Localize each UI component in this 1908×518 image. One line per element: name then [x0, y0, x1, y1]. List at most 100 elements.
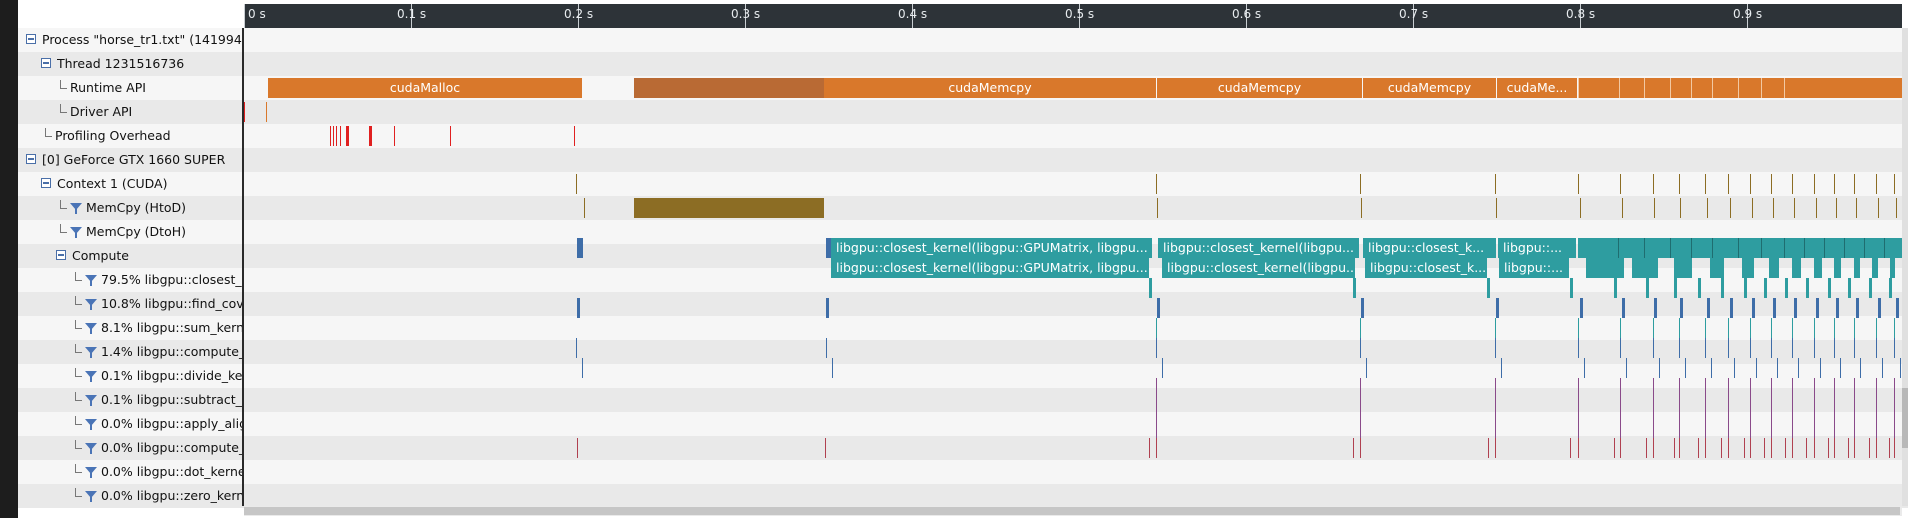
apply-align-kernel-mark[interactable]	[1705, 378, 1706, 398]
dot-kernel-mark[interactable]	[1360, 418, 1361, 438]
sum-kernel-mark[interactable]	[1773, 298, 1776, 318]
apply-align-kernel-mark[interactable]	[1679, 378, 1680, 398]
compute-kernel-mark[interactable]	[1876, 398, 1877, 418]
subtract-kernel-mark[interactable]	[1626, 358, 1627, 378]
memcpy-htod-mark[interactable]	[1578, 174, 1579, 194]
compute-kernel-mark[interactable]	[1750, 318, 1751, 338]
zero-kernel-mark[interactable]	[1646, 438, 1647, 458]
divide-kernel-mark[interactable]	[1156, 338, 1157, 358]
divide-kernel-mark[interactable]	[1728, 338, 1729, 358]
compute-kernel-mark[interactable]	[1679, 318, 1680, 338]
zero-kernel-mark[interactable]	[1828, 438, 1829, 458]
divide-kernel-mark[interactable]	[1771, 338, 1772, 358]
sum-kernel-mark[interactable]	[1878, 298, 1881, 318]
memcpy-htod-mark[interactable]	[1705, 174, 1706, 194]
sum-kernel-mark[interactable]	[1680, 298, 1683, 318]
zero-kernel-mark[interactable]	[1806, 438, 1807, 458]
tree-row[interactable]: [0] GeForce GTX 1660 SUPER	[18, 148, 242, 172]
find-cov-kernel-mark[interactable]	[1570, 278, 1573, 298]
subtract-kernel-mark[interactable]	[832, 358, 833, 378]
memcpy-dtoh-mark[interactable]	[1707, 198, 1708, 218]
memcpy-dtoh-mark[interactable]	[1654, 198, 1655, 218]
profiling-overhead-mark[interactable]	[336, 126, 337, 146]
compute-separator[interactable]	[1844, 238, 1845, 258]
memcpy-htod-mark[interactable]	[1620, 174, 1621, 194]
dot-kernel-mark[interactable]	[1156, 418, 1157, 438]
runtime-api-separator[interactable]	[1691, 78, 1692, 98]
dot-kernel-mark[interactable]	[1792, 418, 1793, 438]
compute-kernel-mark[interactable]	[1705, 398, 1706, 418]
profiling-overhead-mark[interactable]	[369, 126, 372, 146]
apply-align-kernel-mark[interactable]	[1653, 378, 1654, 398]
sum-kernel-mark[interactable]	[577, 298, 580, 318]
memcpy-dtoh-mark[interactable]	[1896, 198, 1897, 218]
subtract-kernel-mark[interactable]	[1840, 358, 1841, 378]
filter-icon[interactable]	[85, 491, 97, 502]
memcpy-dtoh-mark[interactable]	[584, 198, 585, 218]
filter-icon[interactable]	[85, 323, 97, 334]
compute-kernel-mark[interactable]	[1620, 318, 1621, 338]
memcpy-dtoh-mark[interactable]	[1836, 198, 1837, 218]
zero-kernel-mark[interactable]	[1744, 438, 1745, 458]
zero-kernel-mark[interactable]	[1848, 438, 1849, 458]
driver-api-mark[interactable]	[244, 102, 245, 122]
cudamemcpy-bar[interactable]: cudaMemcpy	[1157, 78, 1362, 98]
tree-row[interactable]: MemCpy (HtoD)	[18, 196, 242, 220]
zero-kernel-mark[interactable]	[1353, 438, 1354, 458]
apply-align-kernel-mark[interactable]	[1728, 378, 1729, 398]
divide-kernel-mark[interactable]	[1792, 338, 1793, 358]
subtract-kernel-mark[interactable]	[1882, 358, 1883, 378]
memcpy-dtoh-mark[interactable]	[1622, 198, 1623, 218]
apply-align-kernel-mark[interactable]	[1792, 378, 1793, 398]
compute-separator[interactable]	[1738, 238, 1739, 258]
zero-kernel-mark[interactable]	[1620, 438, 1621, 458]
memcpy-dtoh-mark[interactable]	[1878, 198, 1879, 218]
divide-kernel-mark[interactable]	[1360, 338, 1361, 358]
compute-kernel-mark[interactable]	[1679, 398, 1680, 418]
compute-kernel-mark[interactable]	[1728, 398, 1729, 418]
sum-kernel-mark[interactable]	[1836, 298, 1839, 318]
dot-kernel-mark[interactable]	[1834, 418, 1835, 438]
subtract-kernel-mark[interactable]	[1798, 358, 1799, 378]
zero-kernel-mark[interactable]	[577, 438, 578, 458]
compute-separator[interactable]	[1824, 238, 1825, 258]
tree-row[interactable]: 0.1% libgpu::subtract_r...	[18, 388, 242, 412]
compute-kernel-mark[interactable]	[1156, 318, 1157, 338]
compute-kernel-mark[interactable]	[1834, 318, 1835, 338]
zero-kernel-mark[interactable]	[1149, 438, 1150, 458]
divide-kernel-mark[interactable]	[1578, 338, 1579, 358]
zero-kernel-mark[interactable]	[1854, 438, 1855, 458]
compute-separator[interactable]	[1784, 238, 1785, 258]
compute-kernel-mark[interactable]	[1578, 398, 1579, 418]
compute-separator[interactable]	[1644, 238, 1645, 258]
compute-kernel-bar[interactable]: libgpu::...	[1498, 238, 1576, 258]
memcpy-htod-mark[interactable]	[1679, 174, 1680, 194]
tree-row[interactable]: 1.4% libgpu::compute_...	[18, 340, 242, 364]
closest-kernel-bar[interactable]: libgpu::closest_kernel(libgpu...	[1162, 258, 1355, 278]
zero-kernel-mark[interactable]	[1698, 438, 1699, 458]
tree-row[interactable]: MemCpy (DtoH)	[18, 220, 242, 244]
compute-separator[interactable]	[1670, 238, 1671, 258]
profiling-overhead-mark[interactable]	[450, 126, 451, 146]
sum-kernel-mark[interactable]	[1157, 298, 1160, 318]
subtract-kernel-mark[interactable]	[1685, 358, 1686, 378]
zero-kernel-mark[interactable]	[1889, 438, 1890, 458]
sum-kernel-mark[interactable]	[1816, 298, 1819, 318]
memcpy-dtoh-mark[interactable]	[1361, 198, 1362, 218]
filter-icon[interactable]	[85, 275, 97, 286]
subtract-kernel-mark[interactable]	[1366, 358, 1367, 378]
memcpy-dtoh-mark[interactable]	[1580, 198, 1581, 218]
dot-kernel-mark[interactable]	[1495, 418, 1496, 438]
memcpy-htod-mark[interactable]	[1653, 174, 1654, 194]
subtract-kernel-mark[interactable]	[1860, 358, 1861, 378]
zero-kernel-mark[interactable]	[1814, 438, 1815, 458]
vertical-scrollbar[interactable]	[1902, 28, 1908, 506]
zero-kernel-mark[interactable]	[1834, 438, 1835, 458]
memcpy-dtoh-mark[interactable]	[1496, 198, 1497, 218]
subtract-kernel-mark[interactable]	[1501, 358, 1502, 378]
apply-align-kernel-mark[interactable]	[1620, 378, 1621, 398]
memcpy-dtoh-mark[interactable]	[1752, 198, 1753, 218]
tree-row[interactable]: 0.0% libgpu::dot_kerne...	[18, 460, 242, 484]
apply-align-kernel-mark[interactable]	[1771, 378, 1772, 398]
apply-align-kernel-mark[interactable]	[1834, 378, 1835, 398]
